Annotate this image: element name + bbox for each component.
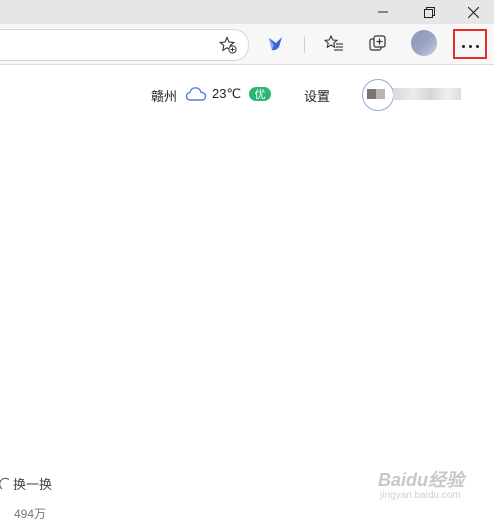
favorites-button[interactable]	[322, 32, 346, 56]
restore-button[interactable]	[406, 0, 452, 24]
restore-icon	[423, 6, 435, 18]
settings-link[interactable]: 设置	[304, 86, 330, 105]
view-count: 494万	[14, 507, 47, 521]
profile-button[interactable]	[411, 30, 437, 56]
watermark-logo: Baidu经验	[378, 470, 465, 490]
close-icon	[467, 6, 479, 18]
address-bar[interactable]	[0, 29, 249, 61]
extension-button[interactable]	[264, 32, 288, 56]
more-options-icon	[460, 35, 481, 53]
refresh-icon	[0, 477, 10, 489]
refresh-button[interactable]: 换一换	[0, 474, 52, 493]
refresh-label: 换一换	[13, 477, 53, 492]
weather-city[interactable]: 赣州	[151, 86, 177, 105]
more-options-button[interactable]	[453, 29, 487, 59]
minimize-icon	[378, 11, 388, 13]
bird-extension-icon	[269, 37, 282, 51]
collections-icon	[369, 35, 386, 51]
cloud-icon	[185, 86, 207, 107]
star-plus-icon	[219, 36, 237, 54]
collections-button[interactable]	[366, 32, 390, 56]
minimize-button[interactable]	[360, 0, 406, 24]
add-favorite-button[interactable]	[216, 33, 240, 57]
avatar[interactable]	[362, 79, 394, 111]
watermark-url: jingyan.baidu.com	[380, 490, 461, 501]
temperature: 23℃	[212, 86, 242, 101]
toolbar-separator	[304, 36, 305, 53]
favorites-list-icon	[324, 34, 343, 51]
username-blurred	[393, 88, 461, 100]
close-button[interactable]	[450, 0, 494, 24]
air-quality-badge: 优	[249, 87, 271, 101]
title-bar	[0, 0, 494, 24]
